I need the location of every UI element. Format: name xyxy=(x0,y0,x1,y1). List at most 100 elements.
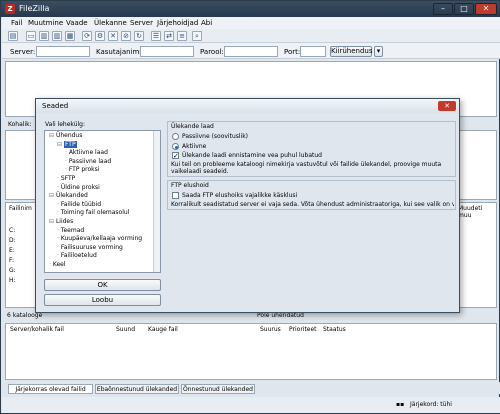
quickconnect-history-dropdown[interactable]: ▾ xyxy=(374,46,383,57)
queue-column-size[interactable]: Suurus xyxy=(260,326,281,333)
tree-item[interactable]: ⊟ Liides xyxy=(49,218,73,225)
tree-item[interactable]: · Kuupäeva/kellaaja vorming xyxy=(57,235,142,242)
title-bar: Z FileZilla – □ ✕ xyxy=(1,1,500,17)
tree-item[interactable]: · SFTP xyxy=(57,175,75,182)
tree-item[interactable]: · Failide tüübid xyxy=(57,201,101,208)
tree-item[interactable]: · Failisuuruse vorming xyxy=(57,244,123,251)
menu-server[interactable]: Server xyxy=(130,19,153,27)
keepalive-checkbox[interactable] xyxy=(172,192,179,199)
server-input[interactable] xyxy=(36,46,90,57)
minimize-button[interactable]: – xyxy=(433,3,453,15)
transfer-mode-heading: Ülekande laad xyxy=(171,123,214,130)
collapse-toggle-icon[interactable]: ⊟ xyxy=(49,132,56,139)
menu-jarjehoidjad[interactable]: Järjehoidjad xyxy=(157,19,198,27)
remote-tree-icon[interactable]: ▥ xyxy=(52,31,62,41)
keepalive-group: FTP elushoid Saada FTP elushoiks vajalik… xyxy=(167,180,456,210)
close-button[interactable]: ✕ xyxy=(475,3,497,15)
tree-item[interactable]: · Toiming fail olemasolul xyxy=(57,209,129,216)
tree-item[interactable]: · Faililoetelud xyxy=(57,252,97,259)
drive-d[interactable]: D: xyxy=(9,237,16,244)
message-log-icon[interactable]: ▭ xyxy=(26,31,36,41)
tree-item-label: Liides xyxy=(55,218,74,225)
tab-failed-transfers[interactable]: Ebaõnnestunud ülekanded xyxy=(95,384,179,394)
fallback-checkbox[interactable]: ✓ xyxy=(172,152,179,160)
cancel-button[interactable]: Loobu xyxy=(44,294,161,306)
tree-item[interactable]: · Passiivne laad xyxy=(65,158,111,165)
quickconnect-button[interactable]: Kiirühendus xyxy=(330,46,373,57)
site-manager-icon[interactable]: ▤ xyxy=(8,31,18,41)
tab-successful-transfers[interactable]: Õnnestunud ülekanded xyxy=(181,384,255,394)
queue-column-local-file[interactable]: Server/kohalik fail xyxy=(10,326,64,333)
maximize-button[interactable]: □ xyxy=(454,3,474,15)
tree-item[interactable]: · Keel xyxy=(49,261,66,268)
collapse-toggle-icon[interactable]: ⊟ xyxy=(57,141,64,148)
menu-vaade[interactable]: Vaade xyxy=(66,19,88,27)
cancel-icon[interactable]: ✕ xyxy=(108,31,118,41)
menu-muutmine[interactable]: Muutmine xyxy=(28,19,63,27)
tree-item-label: Faililoetelud xyxy=(60,252,97,260)
queue-icon[interactable]: ▦ xyxy=(65,31,75,41)
menu-abi[interactable]: Abi xyxy=(201,19,212,27)
local-column-filename[interactable]: Failinim xyxy=(9,205,32,212)
dialog-close-button[interactable]: ✕ xyxy=(438,101,456,111)
queue-column-remote-file[interactable]: Kauge fail xyxy=(148,326,178,333)
queue-column-direction[interactable]: Suund xyxy=(116,326,135,333)
drive-g[interactable]: G: xyxy=(9,267,16,274)
passive-radio[interactable] xyxy=(172,133,179,140)
ok-button[interactable]: OK xyxy=(44,279,161,291)
collapse-toggle-icon[interactable]: ⊟ xyxy=(49,192,56,199)
drive-e[interactable]: E: xyxy=(9,247,15,254)
remote-column-modified[interactable]: Muudeti muu xyxy=(458,205,496,219)
remote-status: Pole ühendatud xyxy=(257,312,304,319)
process-queue-icon[interactable]: ⚙ xyxy=(95,31,105,41)
search-icon[interactable]: ⌕ xyxy=(192,31,202,41)
queue-column-priority[interactable]: Prioriteet xyxy=(289,326,317,333)
active-label[interactable]: Aktiivne xyxy=(182,143,206,150)
keepalive-label[interactable]: Saada FTP elushoiks vajalikke käsklusi xyxy=(182,192,297,199)
tree-item[interactable]: · Teemad xyxy=(57,227,84,234)
drive-f[interactable]: F: xyxy=(9,257,14,264)
menu-fail[interactable]: Fail xyxy=(11,19,23,27)
disconnect-icon[interactable]: ⊘ xyxy=(121,31,131,41)
fallback-label[interactable]: Ülekande laadi ennistamine vea puhul lub… xyxy=(182,152,322,159)
refresh-icon[interactable]: ⟳ xyxy=(82,31,92,41)
tree-item[interactable]: · Üldine proksi xyxy=(57,184,100,191)
directory-filter-icon[interactable]: ☰ xyxy=(151,31,161,41)
tree-scrollbar[interactable] xyxy=(153,131,160,272)
window-title: FileZilla xyxy=(19,4,50,13)
password-input[interactable] xyxy=(224,46,278,57)
drive-h[interactable]: H: xyxy=(9,277,16,284)
toolbar: ▤ ▭ ▥ ▥ ▦ ⟳ ⚙ ✕ ⊘ ↻ ☰ ⇄ ≡ ⌕ xyxy=(2,29,500,43)
drive-c[interactable]: C: xyxy=(9,227,15,234)
settings-dialog: Seaded ✕ Vali lehekülg: ⊟ Ühendus ⊟ FTP · … xyxy=(35,98,460,313)
port-input[interactable] xyxy=(300,46,326,57)
tree-item[interactable]: · FTP proksi xyxy=(65,166,99,173)
queue-column-status[interactable]: Staatus xyxy=(323,326,346,333)
tree-item[interactable]: ⊟ Ülekanded xyxy=(49,192,88,199)
compare-icon[interactable]: ≡ xyxy=(177,31,187,41)
active-radio[interactable] xyxy=(172,143,179,150)
tree-item-label: Kuupäeva/kellaaja vorming xyxy=(60,235,143,243)
keepalive-hint: Korralikult seadistatud server ei vaja s… xyxy=(171,201,454,208)
tree-item[interactable]: · Aktiivne laad xyxy=(65,149,108,156)
settings-page-tree[interactable]: ⊟ Ühendus ⊟ FTP · Aktiivne laad · Passiivne… xyxy=(44,130,161,273)
transfer-mode-hint: Kui teil on probleeme kataloogi nimekirj… xyxy=(171,161,442,175)
tree-item-label: Toiming fail olemasolul xyxy=(60,209,130,217)
local-path-label: Kohalik: xyxy=(8,121,32,128)
tree-item-label: Üldine proksi xyxy=(60,183,100,191)
menu-ulekanne[interactable]: Ülekanne xyxy=(94,19,127,27)
tree-item-label: FTP proksi xyxy=(68,166,100,174)
status-bar: ▪▪ Järjekord: tühi xyxy=(2,397,500,413)
tree-item[interactable]: ⊟ Ühendus xyxy=(49,132,82,139)
username-input[interactable] xyxy=(140,46,194,57)
tree-item-label: Teemad xyxy=(60,226,85,234)
passive-label[interactable]: Passiivne (soovituslik) xyxy=(182,133,248,140)
port-label: Port: xyxy=(284,48,301,56)
sync-browse-icon[interactable]: ⇄ xyxy=(164,31,174,41)
reconnect-icon[interactable]: ↻ xyxy=(134,31,144,41)
tab-queued-files[interactable]: Järjekorras olevad failid xyxy=(8,384,93,394)
select-page-label: Vali lehekülg: xyxy=(45,121,85,128)
tree-item[interactable]: ⊟ FTP xyxy=(57,140,77,148)
collapse-toggle-icon[interactable]: ⊟ xyxy=(49,218,56,225)
local-tree-icon[interactable]: ▥ xyxy=(39,31,49,41)
